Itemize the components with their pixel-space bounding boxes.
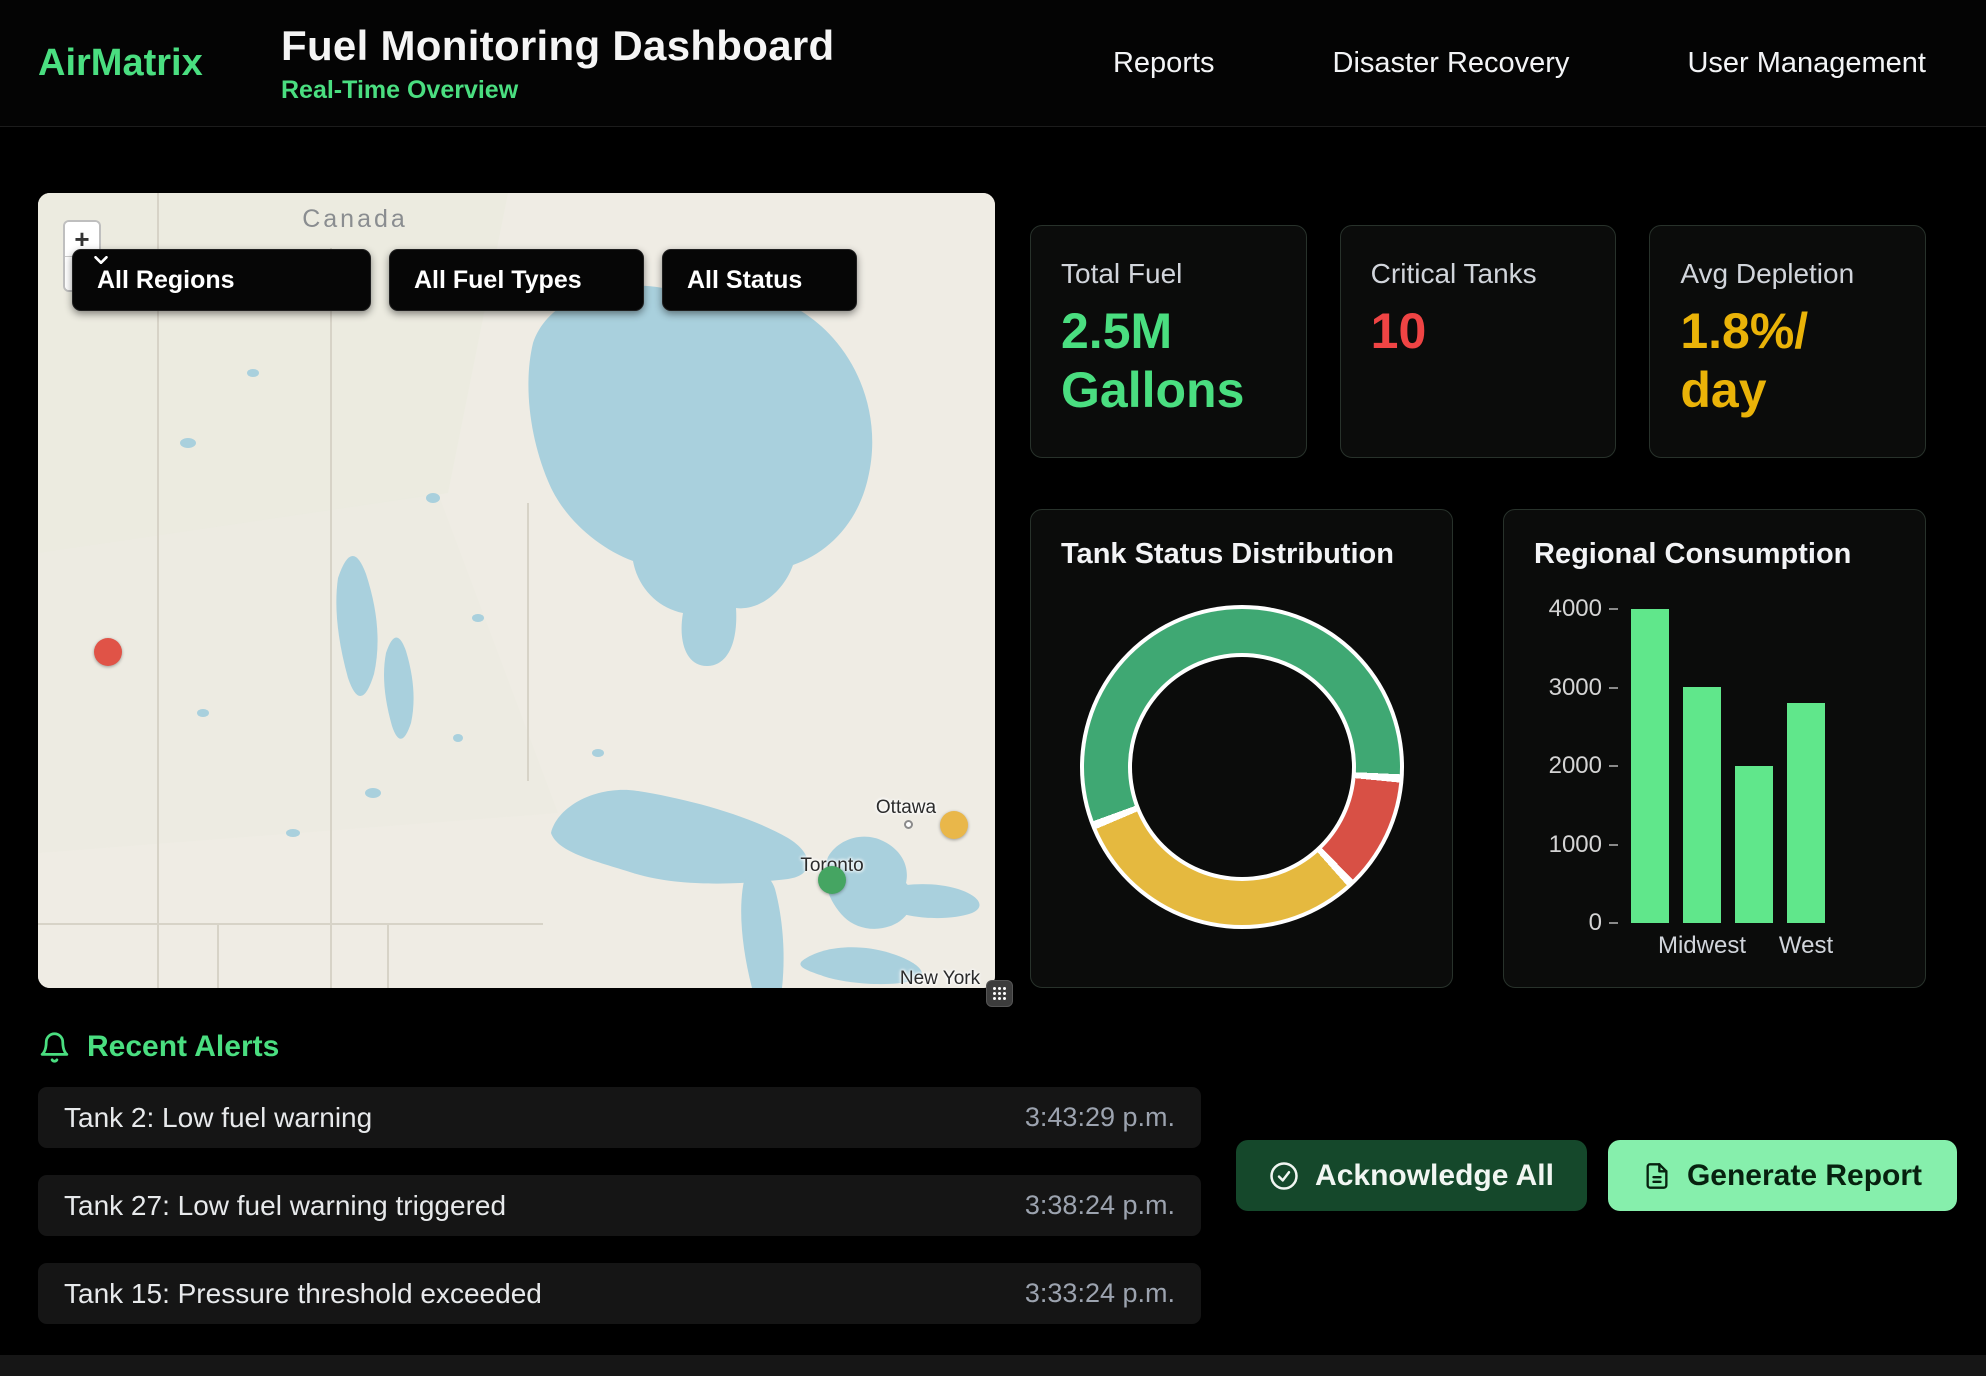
alert-timestamp: 3:33:24 p.m.	[1025, 1278, 1175, 1309]
alert-message: Tank 15: Pressure threshold exceeded	[64, 1278, 542, 1310]
generate-report-button[interactable]: Generate Report	[1608, 1140, 1957, 1211]
alert-timestamp: 3:38:24 p.m.	[1025, 1190, 1175, 1221]
stat-value: 2.5M Gallons	[1061, 302, 1276, 420]
regional-consumption-card: Regional Consumption 4000 3000 2000 1000 0 M…	[1503, 509, 1926, 988]
nav-item-user-management[interactable]: User Management	[1687, 47, 1926, 80]
bar-chart-bars	[1631, 609, 1825, 923]
page-subtitle: Real-Time Overview	[281, 76, 834, 105]
bar-chart-categories: Midwest West	[1631, 932, 1825, 960]
tank-marker-warning[interactable]	[940, 811, 968, 839]
bar	[1683, 687, 1721, 923]
stat-label: Critical Tanks	[1371, 258, 1586, 290]
regions-dropdown[interactable]: All Regions	[72, 249, 371, 311]
alerts-title: Recent Alerts	[87, 1030, 279, 1064]
stats-row: Total Fuel 2.5M Gallons Critical Tanks 1…	[1030, 225, 1926, 458]
fuel-map[interactable]: Canada Ottawa Toronto New York + − All R…	[38, 193, 995, 988]
bar-chart-y-axis: 40003000200010000	[1536, 609, 1618, 923]
donut-hole	[1132, 657, 1352, 877]
status-dropdown-value: All Status	[687, 266, 802, 295]
check-circle-icon	[1269, 1161, 1299, 1191]
acknowledge-all-button[interactable]: Acknowledge All	[1236, 1140, 1587, 1211]
stat-card-avg-depletion: Avg Depletion 1.8%/ day	[1649, 225, 1926, 458]
grid-dots-icon	[992, 986, 1007, 1001]
document-icon	[1643, 1162, 1671, 1190]
stat-card-total-fuel: Total Fuel 2.5M Gallons	[1030, 225, 1307, 458]
map-label-new-york: New York	[900, 968, 980, 988]
x-axis-label	[1735, 932, 1773, 960]
alerts-header: Recent Alerts	[38, 1030, 279, 1064]
alert-row[interactable]: Tank 2: Low fuel warning 3:43:29 p.m.	[38, 1087, 1201, 1148]
stat-card-critical-tanks: Critical Tanks 10	[1340, 225, 1617, 458]
stat-value: 1.8%/ day	[1680, 302, 1895, 420]
title-block: Fuel Monitoring Dashboard Real-Time Over…	[281, 22, 834, 105]
map-attribution-toggle[interactable]	[986, 980, 1013, 1007]
main-nav: Reports Disaster Recovery User Managemen…	[1113, 47, 1926, 80]
map-label-ottawa: Ottawa	[876, 797, 936, 819]
x-axis-label: West	[1787, 932, 1825, 960]
regional-consumption-bar-chart: 40003000200010000 MidwestWest	[1534, 609, 1895, 960]
footer-bar	[0, 1355, 1986, 1376]
tank-status-donut-chart	[1080, 605, 1404, 929]
ottawa-city-dot	[904, 820, 913, 829]
tank-status-card: Tank Status Distribution	[1030, 509, 1453, 988]
bell-icon	[38, 1031, 71, 1064]
page-title: Fuel Monitoring Dashboard	[281, 22, 834, 70]
status-dropdown[interactable]: All Status	[662, 249, 857, 311]
bar-chart-plot: Midwest West	[1631, 609, 1825, 960]
stat-label: Total Fuel	[1061, 258, 1276, 290]
y-axis-tick: 0	[1589, 909, 1618, 937]
y-axis-tick: 1000	[1549, 831, 1618, 859]
tank-marker-normal[interactable]	[818, 866, 846, 894]
y-axis-tick: 4000	[1549, 595, 1618, 623]
bar	[1631, 609, 1669, 923]
alert-row[interactable]: Tank 27: Low fuel warning triggered 3:38…	[38, 1175, 1201, 1236]
acknowledge-all-label: Acknowledge All	[1315, 1159, 1554, 1193]
map-label-canada: Canada	[302, 205, 408, 234]
donut-chart-title: Tank Status Distribution	[1061, 538, 1422, 571]
nav-item-reports[interactable]: Reports	[1113, 47, 1215, 80]
tank-marker-critical[interactable]	[94, 638, 122, 666]
bar	[1787, 703, 1825, 923]
header: AirMatrix Fuel Monitoring Dashboard Real…	[0, 0, 1986, 127]
stat-value: 10	[1371, 302, 1586, 361]
y-axis-tick: 2000	[1549, 752, 1618, 780]
alert-message: Tank 2: Low fuel warning	[64, 1102, 372, 1134]
stat-label: Avg Depletion	[1680, 258, 1895, 290]
alert-message: Tank 27: Low fuel warning triggered	[64, 1190, 506, 1222]
fuel-types-dropdown[interactable]: All Fuel Types	[389, 249, 644, 311]
alert-row[interactable]: Tank 15: Pressure threshold exceeded 3:3…	[38, 1263, 1201, 1324]
y-axis-tick: 3000	[1549, 674, 1618, 702]
chevron-down-icon	[90, 249, 112, 271]
generate-report-label: Generate Report	[1687, 1159, 1922, 1193]
fuel-types-dropdown-value: All Fuel Types	[414, 266, 582, 295]
brand-logo: AirMatrix	[38, 42, 281, 85]
regions-dropdown-value: All Regions	[97, 266, 235, 295]
bar-chart-title: Regional Consumption	[1534, 538, 1895, 571]
x-axis-label: Midwest	[1683, 932, 1721, 960]
map-filters: All Regions All Fuel Types All Status	[72, 249, 857, 311]
alert-timestamp: 3:43:29 p.m.	[1025, 1102, 1175, 1133]
nav-item-disaster-recovery[interactable]: Disaster Recovery	[1333, 47, 1570, 80]
bar	[1735, 766, 1773, 923]
